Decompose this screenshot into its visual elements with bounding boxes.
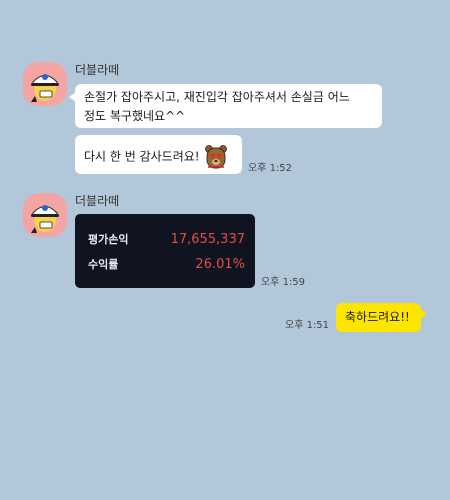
profit-screenshot-card[interactable]: 평가손익 17,655,337 수익률 26.01% bbox=[75, 214, 255, 288]
message-line: 손절가 잡아주시고, 재진입각 잡아주셔서 손실금 어느 bbox=[84, 90, 350, 104]
message-text: 다시 한 번 감사드려요! bbox=[84, 149, 200, 164]
sender-name: 더블라떼 bbox=[75, 194, 120, 208]
message-time: 오후 1:51 bbox=[285, 320, 330, 331]
chat-room: 더블라떼 손절가 잡아주시고, 재진입각 잡아주셔서 손실금 어느 정도 복구했… bbox=[0, 0, 450, 500]
message-line: 정도 복구했네요^^ bbox=[84, 109, 186, 123]
return-label: 수익률 bbox=[88, 258, 119, 271]
sender-avatar[interactable] bbox=[23, 62, 67, 106]
sender-name: 더블라떼 bbox=[75, 63, 120, 77]
profit-label: 평가손익 bbox=[88, 233, 129, 246]
bear-heart-eyes-emoji-icon bbox=[205, 144, 228, 170]
profit-row: 평가손익 17,655,337 bbox=[88, 231, 245, 247]
message-bubble[interactable]: 손절가 잡아주시고, 재진입각 잡아주셔서 손실금 어느 정도 복구했네요^^ bbox=[69, 84, 382, 128]
character-avatar-icon bbox=[23, 62, 67, 106]
message-time: 오후 1:52 bbox=[248, 163, 293, 174]
sender-avatar[interactable] bbox=[23, 193, 67, 237]
message-bubble[interactable]: 다시 한 번 감사드려요! bbox=[75, 135, 242, 174]
my-message-bubble[interactable]: 축하드려요!! bbox=[336, 303, 427, 332]
message-text: 축하드려요!! bbox=[345, 310, 410, 324]
profit-value: 17,655,337 bbox=[170, 231, 245, 247]
message-time: 오후 1:59 bbox=[261, 277, 306, 288]
return-row: 수익률 26.01% bbox=[88, 256, 245, 272]
return-value: 26.01% bbox=[195, 256, 245, 272]
character-avatar-icon bbox=[23, 193, 67, 237]
